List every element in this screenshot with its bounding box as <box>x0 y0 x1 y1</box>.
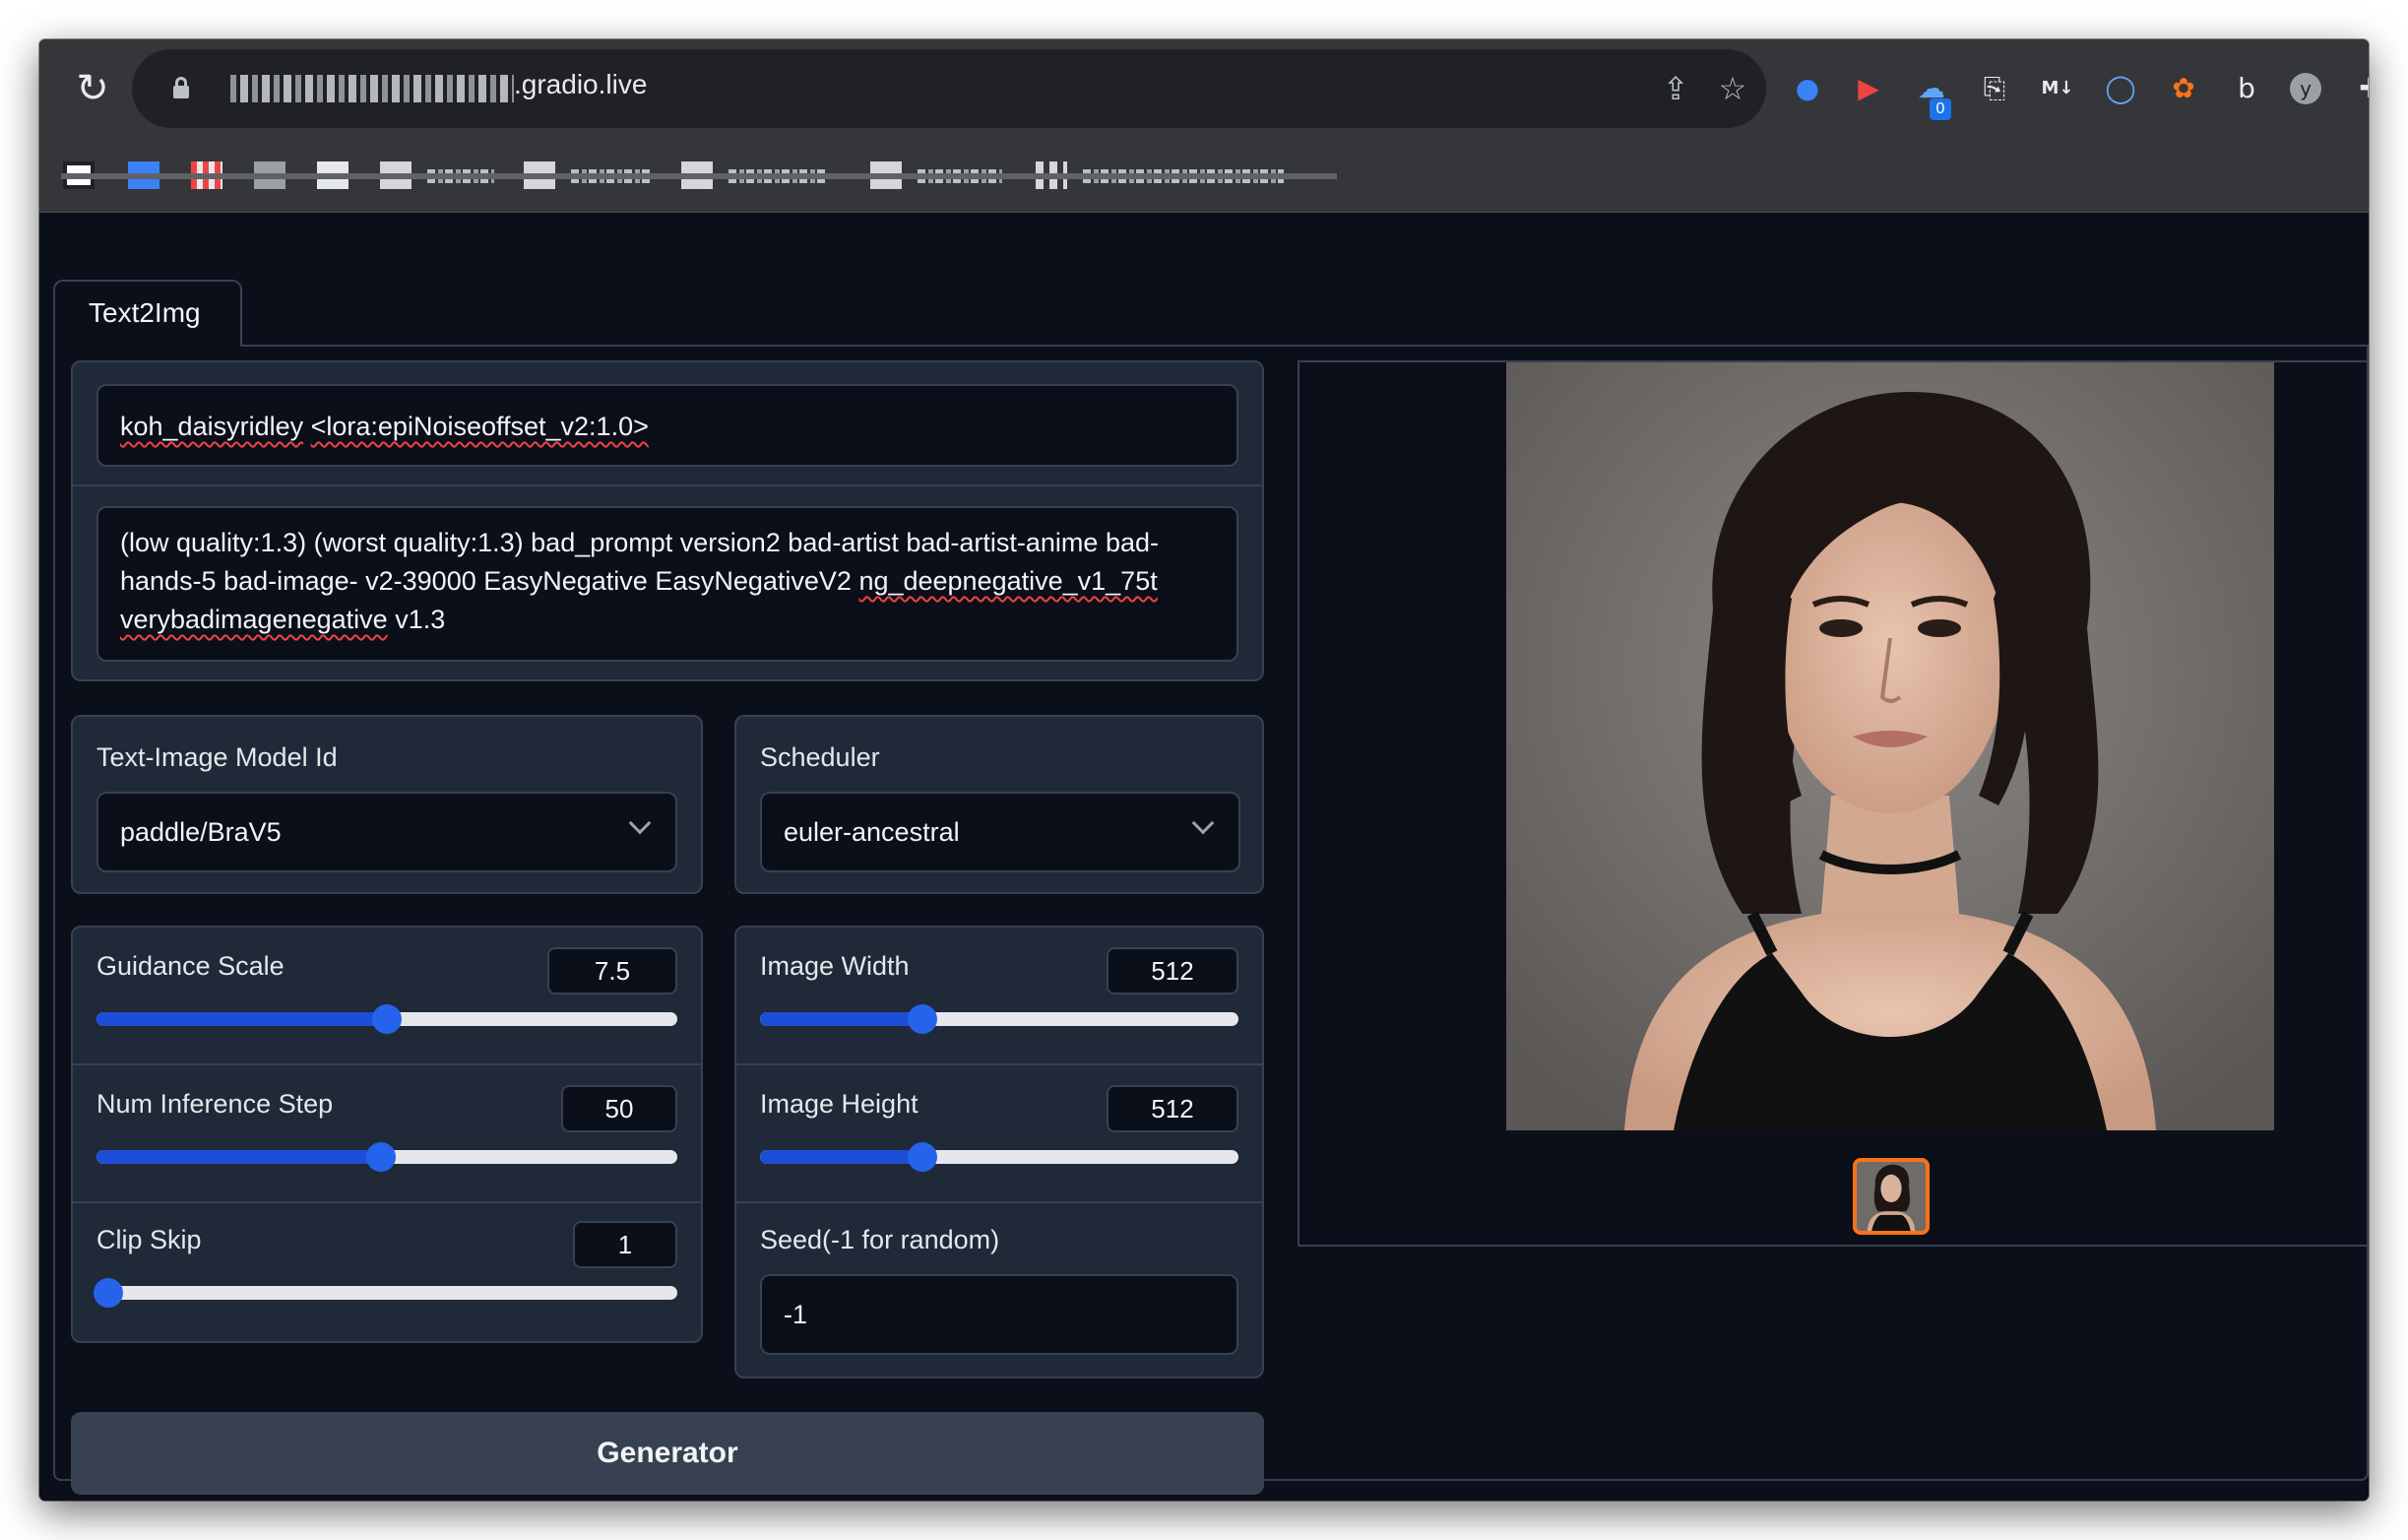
prompt-token: <lora:epiNoiseoffset_v2:1.0> <box>310 412 649 441</box>
star-icon[interactable]: ☆ <box>1713 69 1752 108</box>
steps-slider[interactable] <box>96 1142 677 1172</box>
url-redacted <box>230 75 514 102</box>
negative-token: ng_deepnegative_v1_75t <box>858 566 1158 596</box>
gallery-thumbnail[interactable] <box>1853 1158 1930 1235</box>
right-slider-block: Image Width 512 Image Height 512 Seed(-1… <box>734 926 1264 1379</box>
browser-toolbar: ↻ .gradio.live ⇪ ☆ ● ▶ ☁ 0 ⎘ M↓ ◯ ✿ b y … <box>39 39 2369 138</box>
slider-fill <box>96 1012 387 1026</box>
guidance-label: Guidance Scale <box>96 951 285 981</box>
bing-icon[interactable]: b <box>2227 69 2266 108</box>
model-label: Text-Image Model Id <box>96 742 338 772</box>
slider-fill <box>96 1150 382 1164</box>
negative-token: verybadimagenegative <box>120 605 388 634</box>
address-bar[interactable]: .gradio.live ⇪ ☆ <box>132 49 1766 128</box>
scheduler-label: Scheduler <box>760 742 880 772</box>
chevron-down-icon <box>1191 811 1215 835</box>
model-value: paddle/BraV5 <box>120 817 282 847</box>
url-text: .gradio.live <box>514 69 648 99</box>
markdown-icon[interactable]: M↓ <box>2038 69 2077 108</box>
block-divider <box>73 1201 701 1203</box>
block-divider <box>73 1063 701 1065</box>
width-number[interactable]: 512 <box>1107 947 1238 995</box>
width-slider[interactable] <box>760 1004 1238 1034</box>
reload-icon[interactable]: ↻ <box>65 61 120 116</box>
model-block: Text-Image Model Id paddle/BraV5 <box>71 715 703 894</box>
prompt-block: koh_daisyridley <lora:epiNoiseoffset_v2:… <box>71 360 1264 681</box>
generated-image[interactable] <box>1506 362 2274 1130</box>
slider-thumb[interactable] <box>908 1142 938 1172</box>
slider-fill <box>760 1150 923 1164</box>
scheduler-value: euler-ancestral <box>784 817 960 847</box>
model-dropdown[interactable]: paddle/BraV5 <box>96 792 677 872</box>
left-slider-block: Guidance Scale 7.5 Num Inference Step 50… <box>71 926 703 1343</box>
y-icon[interactable]: y <box>2290 73 2321 104</box>
clipboard-icon[interactable]: ⎘ <box>1975 69 2014 108</box>
chat-icon[interactable]: ◯ <box>2101 69 2140 108</box>
badge-count: 0 <box>1930 98 1951 120</box>
clip-slider[interactable] <box>93 1278 677 1308</box>
slider-thumb[interactable] <box>908 1004 938 1034</box>
guidance-number[interactable]: 7.5 <box>547 947 677 995</box>
seed-label: Seed(-1 for random) <box>760 1225 1000 1254</box>
clip-label: Clip Skip <box>96 1225 202 1254</box>
block-divider <box>736 1201 1262 1203</box>
output-gallery <box>1298 360 2369 1247</box>
negative-prompt-input[interactable]: (low quality:1.3) (worst quality:1.3) ba… <box>96 506 1238 662</box>
prompt-token: koh_daisyridley <box>120 412 304 441</box>
negative-text: v1.3 <box>387 605 446 634</box>
height-slider[interactable] <box>760 1142 1238 1172</box>
block-divider <box>736 1063 1262 1065</box>
thumbnail-illustration <box>1857 1162 1926 1231</box>
slider-thumb[interactable] <box>93 1278 123 1308</box>
block-divider <box>73 484 1262 486</box>
scheduler-dropdown[interactable]: euler-ancestral <box>760 792 1240 872</box>
prompt-input[interactable]: koh_daisyridley <lora:epiNoiseoffset_v2:… <box>96 384 1238 467</box>
height-number[interactable]: 512 <box>1107 1085 1238 1132</box>
page-load-progress <box>61 173 1337 179</box>
gradio-app: Text2Img koh_daisyridley <lora:epiNoiseo… <box>39 213 2369 1501</box>
clip-number[interactable]: 1 <box>573 1221 677 1268</box>
scheduler-block: Scheduler euler-ancestral <box>734 715 1264 894</box>
portrait-illustration <box>1506 362 2274 1130</box>
flower-icon[interactable]: ✿ <box>2164 69 2203 108</box>
chevron-down-icon <box>628 811 652 835</box>
slider-thumb[interactable] <box>372 1004 402 1034</box>
height-label: Image Height <box>760 1089 919 1119</box>
tab-text2img[interactable]: Text2Img <box>53 280 242 347</box>
steps-number[interactable]: 50 <box>561 1085 677 1132</box>
cookie-icon[interactable]: ● <box>1788 69 1827 108</box>
browser-window: ↻ .gradio.live ⇪ ☆ ● ▶ ☁ 0 ⎘ M↓ ◯ ✿ b y … <box>39 39 2369 1501</box>
youtube-icon[interactable]: ▶ <box>1849 69 1888 108</box>
lock-icon <box>173 77 189 98</box>
generate-button[interactable]: Generator <box>71 1412 1264 1495</box>
seed-input[interactable]: -1 <box>760 1274 1238 1355</box>
slider-thumb[interactable] <box>366 1142 397 1172</box>
guidance-slider[interactable] <box>96 1004 677 1034</box>
share-icon[interactable]: ⇪ <box>1656 69 1695 108</box>
slider-fill <box>760 1012 923 1026</box>
puzzle-icon[interactable]: ✚ <box>2351 69 2369 108</box>
width-label: Image Width <box>760 951 910 981</box>
steps-label: Num Inference Step <box>96 1089 334 1119</box>
